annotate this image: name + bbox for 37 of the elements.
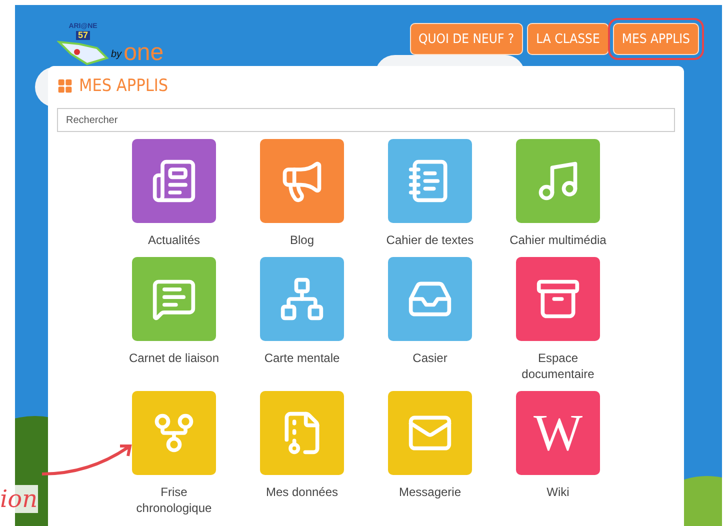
app-label: Carnet de liaison	[128, 350, 220, 366]
app-tile[interactable]	[260, 139, 344, 223]
app-label: Wiki	[546, 484, 570, 500]
app-tile[interactable]	[516, 139, 600, 223]
app-tile[interactable]	[516, 257, 600, 341]
search-field[interactable]: Rechercher	[57, 108, 675, 132]
app-tile[interactable]	[260, 257, 344, 341]
app-tile[interactable]	[132, 391, 216, 475]
app-label: Casier	[412, 350, 448, 366]
app-label: Blog	[288, 232, 316, 248]
grid-icon	[57, 78, 73, 94]
logo-brand: one	[124, 40, 164, 66]
newspaper-icon	[151, 158, 197, 204]
app-label: Frise chronologique	[135, 484, 213, 516]
app-label: Mes données	[264, 484, 340, 500]
app-label: Carte mentale	[263, 350, 341, 366]
app-label: Espace documentaire	[520, 350, 596, 382]
app-label: Messagerie	[398, 484, 462, 500]
app-tile[interactable]: W	[516, 391, 600, 475]
app-tile[interactable]	[132, 139, 216, 223]
app-tile[interactable]	[388, 257, 472, 341]
app-label: Cahier multimédia	[508, 232, 608, 248]
app-label: Cahier de textes	[385, 232, 475, 248]
app-tile[interactable]	[388, 391, 472, 475]
logo-by: by	[111, 49, 122, 60]
app-label: Actualités	[146, 232, 202, 248]
panel-title: MES APPLIS	[79, 76, 168, 96]
map-logo-icon	[57, 40, 109, 66]
nav-button[interactable]: LA CLASSE	[527, 23, 609, 55]
app-tile[interactable]	[260, 391, 344, 475]
nav-button[interactable]: QUOI DE NEUF ?	[410, 23, 524, 55]
logo-number: 57	[76, 31, 90, 40]
hierarchy-icon	[279, 276, 325, 322]
annotation-text: ion	[0, 485, 38, 513]
app-glyph: W	[533, 404, 583, 462]
app-tile[interactable]	[132, 257, 216, 341]
app-tile[interactable]	[388, 139, 472, 223]
